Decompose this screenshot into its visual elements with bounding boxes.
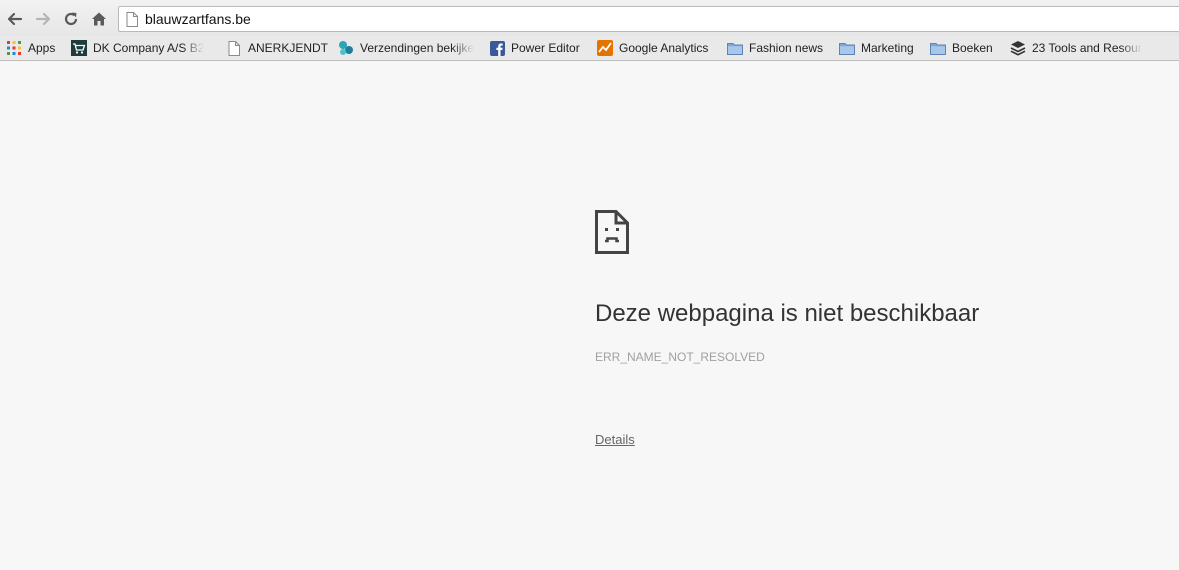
folder-icon [839,40,855,56]
bookmark-power-editor[interactable]: Power Editor [489,39,580,57]
reload-button[interactable] [60,8,82,30]
bookmark-label: Marketing [861,41,914,55]
apps-grid-icon [6,40,22,56]
bookmark-marketing[interactable]: Marketing [839,39,914,57]
bookmark-label: Apps [28,41,56,55]
forward-button[interactable] [32,8,54,30]
reload-icon [64,12,78,26]
bookmark-label: DK Company A/S B2 [93,41,205,55]
browser-toolbar: blauwzartfans.be [0,0,1179,36]
page-icon [126,12,138,27]
sad-page-icon [595,210,629,254]
page-icon [226,40,242,56]
layers-icon [1010,40,1026,56]
bookmarks-bar: Apps DK Company A/S B2 ANERKJENDT Verzen… [0,36,1179,61]
folder-icon [930,40,946,56]
bookmark-anerkjendt[interactable]: ANERKJENDT [226,39,328,57]
forward-arrow-icon [35,12,51,26]
back-button[interactable] [4,8,26,30]
home-icon [92,12,106,26]
bookmark-fashion-news[interactable]: Fashion news [727,39,823,57]
facebook-icon [489,40,505,56]
address-bar[interactable]: blauwzartfans.be [118,6,1179,32]
error-code: ERR_NAME_NOT_RESOLVED [595,350,765,364]
bookmark-label: Fashion news [749,41,824,55]
home-button[interactable] [88,8,110,30]
analytics-icon [597,40,613,56]
bookmark-label: Boeken [952,41,993,55]
shopping-cart-icon [71,40,87,56]
bookmark-verzendingen[interactable]: Verzendingen bekijke [338,39,474,57]
shipping-icon [338,40,354,56]
url-text: blauwzartfans.be [145,11,251,27]
bookmark-boeken[interactable]: Boeken [930,39,993,57]
bookmark-label: 23 Tools and Resour [1032,41,1142,55]
bookmark-label: Verzendingen bekijke [360,41,474,55]
bookmark-apps[interactable]: Apps [6,39,55,57]
bookmark-label: Power Editor [511,41,580,55]
bookmark-label: ANERKJENDT [248,41,329,55]
folder-icon [727,40,743,56]
error-title: Deze webpagina is niet beschikbaar [595,300,980,327]
back-arrow-icon [7,12,23,26]
bookmark-google-analytics[interactable]: Google Analytics [597,39,708,57]
bookmark-dk-company[interactable]: DK Company A/S B2 [71,39,211,57]
bookmark-label: Google Analytics [619,41,709,55]
bookmark-23-tools[interactable]: 23 Tools and Resour [1010,39,1155,57]
details-link[interactable]: Details [595,432,635,447]
